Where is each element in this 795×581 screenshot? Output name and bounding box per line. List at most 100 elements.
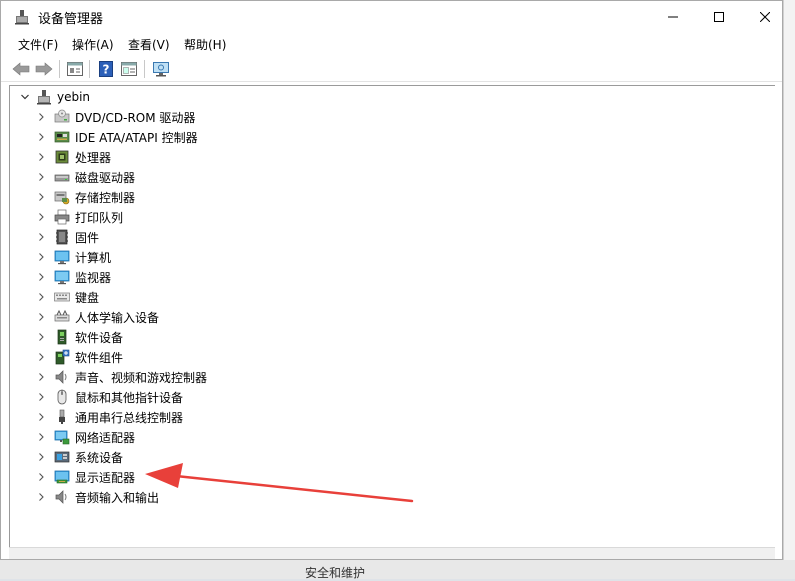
system-device-icon xyxy=(54,449,70,465)
tree-item-label: 处理器 xyxy=(75,150,112,165)
chevron-right-icon[interactable] xyxy=(34,287,48,307)
speaker-icon xyxy=(54,369,70,385)
tree-item-disk-drive[interactable]: 磁盘驱动器 xyxy=(34,167,135,187)
chevron-right-icon[interactable] xyxy=(34,167,48,187)
tree-item-label: 系统设备 xyxy=(75,450,124,465)
maximize-button[interactable] xyxy=(696,1,742,32)
tree-root[interactable]: yebin xyxy=(18,87,90,107)
scan-hardware-button[interactable] xyxy=(151,59,171,79)
close-button[interactable] xyxy=(742,1,788,32)
printer-icon xyxy=(54,209,70,225)
chevron-right-icon[interactable] xyxy=(34,187,48,207)
toolbar-separator xyxy=(59,60,60,78)
tree-item-label: DVD/CD-ROM 驱动器 xyxy=(75,110,196,125)
dvd-drive-icon xyxy=(54,109,70,125)
chevron-right-icon[interactable] xyxy=(34,447,48,467)
chevron-right-icon[interactable] xyxy=(34,227,48,247)
chevron-right-icon[interactable] xyxy=(34,147,48,167)
chevron-right-icon[interactable] xyxy=(34,327,48,347)
tree-item-label: 打印队列 xyxy=(75,210,124,225)
tree-item-label: 鼠标和其他指针设备 xyxy=(75,390,184,405)
properties-icon xyxy=(67,62,83,76)
storage-controller-icon xyxy=(54,189,70,205)
tree-item-mouse[interactable]: 鼠标和其他指针设备 xyxy=(34,387,183,407)
monitor-scan-icon xyxy=(153,62,169,77)
chevron-right-icon[interactable] xyxy=(34,367,48,387)
tree-item-computer[interactable]: 计算机 xyxy=(34,247,111,267)
menu-help[interactable]: 帮助(H) xyxy=(184,36,226,53)
chevron-right-icon[interactable] xyxy=(34,407,48,427)
tree-item-system-device[interactable]: 系统设备 xyxy=(34,447,123,467)
tree-item-ide-controller[interactable]: IDE ATA/ATAPI 控制器 xyxy=(34,127,198,147)
tree-item-monitor[interactable]: 监视器 xyxy=(34,267,111,287)
chevron-right-icon[interactable] xyxy=(34,427,48,447)
background-window-edge xyxy=(783,0,795,579)
menu-view[interactable]: 查看(V) xyxy=(128,36,170,53)
tree-item-processor[interactable]: 处理器 xyxy=(34,147,111,167)
background-window-bottom: 安全和维护 xyxy=(0,560,795,580)
chevron-down-icon[interactable] xyxy=(18,87,32,107)
tree-item-speaker[interactable]: 声音、视频和游戏控制器 xyxy=(34,367,207,387)
help-button[interactable]: ? xyxy=(96,59,116,79)
chevron-right-icon[interactable] xyxy=(34,467,48,487)
tree-item-audio-io[interactable]: 音频输入和输出 xyxy=(34,487,159,507)
chevron-right-icon[interactable] xyxy=(34,307,48,327)
software-component-icon xyxy=(54,349,70,365)
tree-item-storage-controller[interactable]: 存储控制器 xyxy=(34,187,135,207)
tree-item-printer[interactable]: 打印队列 xyxy=(34,207,123,227)
network-adapter-icon xyxy=(54,429,70,445)
toolbar-separator xyxy=(89,60,90,78)
tree-item-label: 人体学输入设备 xyxy=(75,310,160,325)
disk-drive-icon xyxy=(54,169,70,185)
details-icon xyxy=(121,62,137,76)
details-button[interactable] xyxy=(119,59,139,79)
tree-item-dvd-drive[interactable]: DVD/CD-ROM 驱动器 xyxy=(34,107,195,127)
toolbar: ? xyxy=(1,55,782,82)
menu-bar: 文件(F) 操作(A) 查看(V) 帮助(H) xyxy=(1,32,782,55)
firmware-icon xyxy=(54,229,70,245)
chevron-right-icon[interactable] xyxy=(34,207,48,227)
tree-item-label: 通用串行总线控制器 xyxy=(75,410,184,425)
usb-icon xyxy=(54,409,70,425)
chevron-right-icon[interactable] xyxy=(34,107,48,127)
tree-item-label: 软件设备 xyxy=(75,330,124,345)
minimize-button[interactable] xyxy=(650,1,696,32)
computer-icon xyxy=(54,249,70,265)
tree-item-display-adapter[interactable]: 显示适配器 xyxy=(34,467,135,487)
tree-item-label: 计算机 xyxy=(75,250,112,265)
chevron-right-icon[interactable] xyxy=(34,247,48,267)
title-bar[interactable]: 设备管理器 xyxy=(1,1,782,32)
tree-item-hid[interactable]: 人体学输入设备 xyxy=(34,307,159,327)
close-icon xyxy=(760,11,770,22)
chevron-right-icon[interactable] xyxy=(34,127,48,147)
chevron-right-icon[interactable] xyxy=(34,487,48,507)
processor-icon xyxy=(54,149,70,165)
device-tree: yebin DVD/CD-ROM 驱动器 IDE ATA/ATAPI 控制器处理器… xyxy=(9,85,775,547)
tree-item-firmware[interactable]: 固件 xyxy=(34,227,99,247)
window-title: 设备管理器 xyxy=(38,12,104,27)
tree-item-label: 显示适配器 xyxy=(75,470,136,485)
tree-item-usb[interactable]: 通用串行总线控制器 xyxy=(34,407,183,427)
help-icon: ? xyxy=(99,61,113,77)
audio-io-icon xyxy=(54,489,70,505)
back-button[interactable] xyxy=(11,59,31,79)
chevron-right-icon[interactable] xyxy=(34,347,48,367)
properties-button[interactable] xyxy=(65,59,85,79)
menu-file[interactable]: 文件(F) xyxy=(18,36,58,53)
keyboard-icon xyxy=(54,289,70,305)
forward-icon xyxy=(35,62,53,76)
forward-button[interactable] xyxy=(34,59,54,79)
tree-item-keyboard[interactable]: 键盘 xyxy=(34,287,99,307)
device-manager-app-icon xyxy=(14,9,30,25)
tree-item-label: 网络适配器 xyxy=(75,430,136,445)
menu-action[interactable]: 操作(A) xyxy=(72,36,114,53)
toolbar-separator xyxy=(144,60,145,78)
tree-item-network-adapter[interactable]: 网络适配器 xyxy=(34,427,135,447)
software-device-icon xyxy=(54,329,70,345)
tree-item-software-device[interactable]: 软件设备 xyxy=(34,327,123,347)
tree-item-label: 音频输入和输出 xyxy=(75,490,160,505)
chevron-right-icon[interactable] xyxy=(34,387,48,407)
chevron-right-icon[interactable] xyxy=(34,267,48,287)
minimize-icon xyxy=(668,16,678,17)
tree-item-software-component[interactable]: 软件组件 xyxy=(34,347,123,367)
